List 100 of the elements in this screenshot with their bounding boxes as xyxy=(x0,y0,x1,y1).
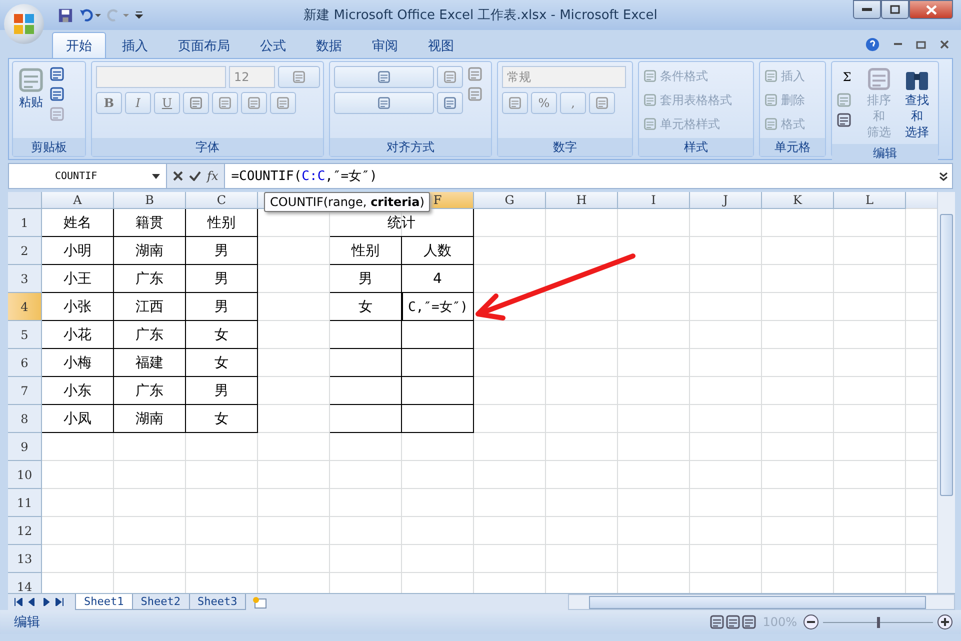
row-header[interactable]: 3 xyxy=(8,265,42,293)
row-header[interactable]: 11 xyxy=(8,489,42,517)
group-label: 单元格 xyxy=(760,138,825,156)
font-name-field[interactable] xyxy=(96,66,226,88)
help-icon[interactable] xyxy=(865,36,880,52)
sum-button[interactable]: Σ xyxy=(836,66,858,88)
row-header[interactable]: 6 xyxy=(8,349,42,377)
fill-color-button[interactable] xyxy=(212,92,238,114)
new-sheet-icon[interactable] xyxy=(252,596,268,608)
group-label: 对齐方式 xyxy=(330,138,491,156)
undo-icon[interactable] xyxy=(79,8,101,22)
horizontal-scrollbar[interactable] xyxy=(568,594,955,610)
column-header[interactable]: G xyxy=(474,192,546,209)
column-header[interactable]: K xyxy=(762,192,834,209)
group-label: 样式 xyxy=(639,138,753,156)
table-cell: 姓名 xyxy=(42,209,114,237)
cell-editor[interactable]: C,″=女″) xyxy=(402,293,474,321)
save-icon[interactable] xyxy=(58,8,73,22)
table-cell: 女 xyxy=(186,349,258,377)
currency-button[interactable] xyxy=(502,92,528,114)
column-header[interactable]: C xyxy=(186,192,258,209)
font-size-icon[interactable] xyxy=(278,66,320,88)
check-icon[interactable] xyxy=(189,171,201,181)
table-cell: 4 xyxy=(402,265,474,293)
row-header[interactable]: 12 xyxy=(8,517,42,545)
zoom-out-icon[interactable] xyxy=(803,614,819,630)
column-header[interactable]: A xyxy=(42,192,114,209)
group-label: 编辑 xyxy=(832,144,938,162)
column-header[interactable]: I xyxy=(618,192,690,209)
row-header[interactable]: 14 xyxy=(8,573,42,593)
table-cell xyxy=(402,377,474,405)
comma-button[interactable]: , xyxy=(560,92,586,114)
column-header[interactable]: L xyxy=(834,192,906,209)
row-header[interactable]: 5 xyxy=(8,321,42,349)
minimize-icon[interactable] xyxy=(894,42,902,46)
row-header[interactable]: 4 xyxy=(8,293,42,321)
table-cell: 统计 xyxy=(330,209,474,237)
decimal-button[interactable] xyxy=(589,92,615,114)
font-color-button[interactable] xyxy=(241,92,267,114)
close-icon xyxy=(926,4,936,14)
ribbon-tab[interactable]: 数据 xyxy=(302,32,356,58)
close-button[interactable] xyxy=(909,0,953,19)
insert-function-button[interactable]: fx xyxy=(207,169,218,183)
customize-icon[interactable] xyxy=(135,10,143,20)
office-button[interactable] xyxy=(4,4,44,44)
ribbon-tab[interactable]: 开始 xyxy=(52,32,106,58)
find-select-button[interactable]: 查找和 选择 xyxy=(900,66,934,140)
table-cell xyxy=(330,349,402,377)
ribbon-tab[interactable]: 审阅 xyxy=(358,32,412,58)
table-cell: 女 xyxy=(186,405,258,433)
table-cell: 广东 xyxy=(114,321,186,349)
phonetic-button[interactable] xyxy=(270,92,296,114)
function-tooltip: COUNTIF(range, criteria) xyxy=(264,192,430,212)
paste-button[interactable]: 粘贴 xyxy=(17,66,45,134)
minimize-button[interactable] xyxy=(853,0,881,19)
restore-icon[interactable] xyxy=(916,40,926,48)
column-header[interactable]: J xyxy=(690,192,762,209)
zoom-slider-thumb[interactable] xyxy=(877,616,880,628)
sheet-tab[interactable]: Sheet2 xyxy=(132,594,190,610)
vertical-align-button[interactable] xyxy=(334,66,434,88)
vertical-scrollbar[interactable] xyxy=(937,192,955,593)
row-header[interactable]: 7 xyxy=(8,377,42,405)
table-cell: 男 xyxy=(186,377,258,405)
ribbon-tab[interactable]: 页面布局 xyxy=(164,32,244,58)
sheet-tab[interactable]: Sheet3 xyxy=(188,594,246,610)
orientation-button[interactable] xyxy=(437,66,463,88)
formula-field[interactable]: =COUNTIF(C:C,″=女″) xyxy=(225,167,378,185)
ribbon-tab[interactable]: 插入 xyxy=(108,32,162,58)
maximize-button[interactable] xyxy=(881,0,909,19)
table-cell: 男 xyxy=(186,293,258,321)
ribbon-tab[interactable]: 视图 xyxy=(414,32,468,58)
zoom-in-icon[interactable] xyxy=(937,614,953,630)
column-header[interactable]: H xyxy=(546,192,618,209)
bold-button[interactable]: B xyxy=(96,92,122,114)
column-header[interactable]: B xyxy=(114,192,186,209)
expand-icon[interactable] xyxy=(939,172,948,180)
row-header[interactable]: 10 xyxy=(8,461,42,489)
row-header[interactable]: 13 xyxy=(8,545,42,573)
indent-button[interactable] xyxy=(437,92,463,114)
table-cell: 小梅 xyxy=(42,349,114,377)
horizontal-align-button[interactable] xyxy=(334,92,434,114)
row-header[interactable]: 9 xyxy=(8,433,42,461)
row-header[interactable]: 2 xyxy=(8,237,42,265)
cancel-icon[interactable] xyxy=(173,171,183,181)
italic-button[interactable]: I xyxy=(125,92,151,114)
percent-button[interactable]: % xyxy=(531,92,557,114)
table-cell: 性别 xyxy=(330,237,402,265)
table-cell: 广东 xyxy=(114,265,186,293)
ribbon-tab[interactable]: 公式 xyxy=(246,32,300,58)
close-icon[interactable] xyxy=(940,40,949,48)
sheet-tab[interactable]: Sheet1 xyxy=(75,594,133,610)
group-label: 数字 xyxy=(498,138,632,156)
underline-button[interactable]: U xyxy=(154,92,180,114)
table-cell: 小张 xyxy=(42,293,114,321)
row-header[interactable]: 1 xyxy=(8,209,42,237)
maximize-icon xyxy=(890,5,900,14)
table-cell: 籍贯 xyxy=(114,209,186,237)
row-header[interactable]: 8 xyxy=(8,405,42,433)
status-mode: 编辑 xyxy=(14,614,40,631)
borders-button[interactable] xyxy=(183,92,209,114)
